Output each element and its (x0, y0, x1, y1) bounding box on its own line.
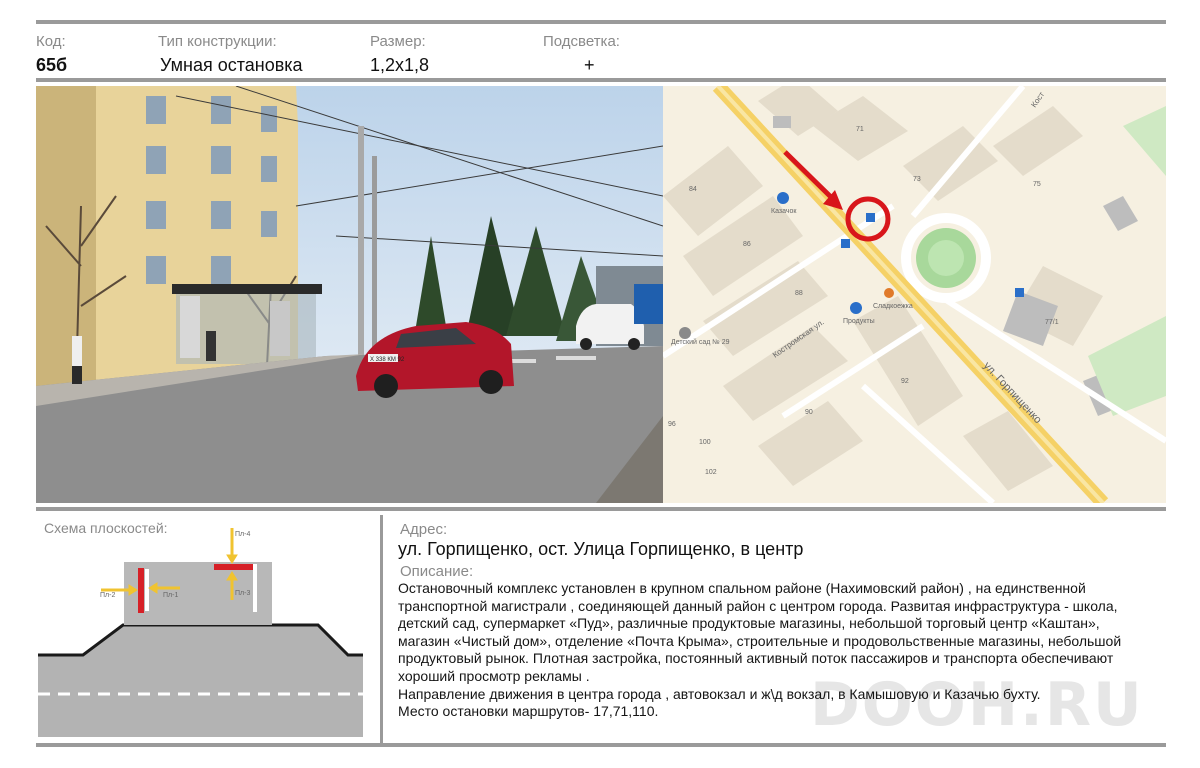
house-number: 88 (795, 290, 803, 297)
plane-label-3: Пл-3 (235, 590, 250, 597)
house-number: 102 (705, 469, 717, 476)
house-number: 92 (901, 378, 909, 385)
description-line: хороший просмотр рекламы . (398, 667, 590, 684)
house-number: 71 (856, 126, 864, 133)
house-number: 84 (689, 186, 697, 193)
top-rule (36, 20, 1166, 24)
street-photo-drawing: Х 338 КМ 92 (36, 86, 663, 503)
address-label: Адрес: (400, 521, 448, 538)
size-value: 1,2х1,8 (370, 55, 430, 75)
description-line: магазин «Чистый дом», отделение «Почта К… (398, 632, 1122, 649)
house-number: 86 (743, 241, 751, 248)
description-label: Описание: (400, 563, 474, 580)
description-text: Остановочный комплекс установлен в крупн… (398, 580, 1174, 721)
description-line: Остановочный комплекс установлен в крупн… (398, 580, 1086, 596)
description-line: Направление движения в центра города , а… (398, 685, 1041, 702)
description-line: продуктовый рынок. Плотная застройка, по… (398, 650, 1114, 667)
bottom-rule (36, 743, 1166, 747)
size-label: Размер: (370, 33, 426, 50)
light-label: Подсветка: (543, 33, 620, 50)
plane-label-1: Пл-1 (163, 592, 178, 599)
plane-scheme: Пл-1 Пл-2 Пл-3 Пл-4 (38, 525, 363, 740)
house-number: 100 (699, 439, 711, 446)
house-number: 90 (805, 409, 813, 416)
code-label: Код: (36, 33, 66, 50)
poi-kazachok: Казачок (771, 208, 797, 215)
house-number: 73 (913, 176, 921, 183)
poi-sladkoezhka: Сладкоежка (873, 303, 913, 310)
plane-label-2: Пл-2 (100, 592, 115, 599)
plane-scheme-drawing: Пл-1 Пл-2 Пл-3 Пл-4 (38, 528, 363, 737)
poi-produkty: Продукты (843, 318, 875, 325)
poi-kindergarten: Детский сад № 29 (671, 338, 730, 346)
header-rule (36, 78, 1166, 82)
location-map: Казачок Продукты Сладкоежка Детский сад … (663, 86, 1166, 503)
light-value: + (584, 55, 595, 75)
type-value: Умная остановка (160, 55, 303, 75)
address-value: ул. Горпищенко, ост. Улица Горпищенко, в… (398, 539, 804, 559)
location-map-drawing: Казачок Продукты Сладкоежка Детский сад … (663, 86, 1166, 503)
car-plate: Х 338 КМ 92 (370, 357, 405, 363)
description-line: Место остановки маршрутов- 17,71,110. (398, 703, 659, 720)
type-label: Тип конструкции: (158, 33, 277, 50)
middle-rule (36, 507, 1166, 511)
code-value: 65б (36, 55, 68, 75)
street-photo: Х 338 КМ 92 (36, 86, 663, 503)
section-divider (380, 515, 383, 743)
description-line: транспортной магистрали , соединяющей да… (398, 597, 1118, 614)
plane-label-4: Пл-4 (235, 531, 250, 538)
house-number: 77/1 (1045, 319, 1059, 326)
house-number: 75 (1033, 181, 1041, 188)
house-number: 96 (668, 421, 676, 428)
description-line: детский сад, супермаркет «Пуд», различны… (398, 615, 1100, 632)
